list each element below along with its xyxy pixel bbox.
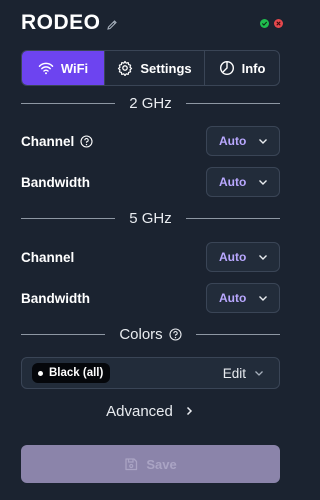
bandwidth-select-2ghz[interactable]: Auto	[206, 167, 280, 197]
divider-line	[21, 333, 106, 335]
chevron-down-icon	[259, 180, 267, 185]
color-chip: Black (all)	[32, 363, 111, 383]
select-value: Auto	[219, 134, 247, 148]
gear-icon	[118, 60, 133, 76]
section-colors-title: Colors	[119, 325, 182, 343]
bandwidth-select-5ghz[interactable]: Auto	[206, 283, 280, 313]
tab-info[interactable]: Info	[204, 51, 279, 85]
channel-label: Channel	[21, 134, 93, 149]
divider-line	[21, 217, 116, 219]
color-chip-label: Black (all)	[49, 367, 104, 379]
row-5ghz-bandwidth: Bandwidth Auto	[21, 282, 280, 314]
help-icon[interactable]	[169, 327, 182, 341]
bandwidth-label: Bandwidth	[21, 174, 90, 190]
section-5ghz-divider: 5 GHz	[21, 208, 281, 228]
channel-label: Channel	[21, 249, 75, 265]
colors-title-text: Colors	[119, 325, 163, 343]
tab-settings[interactable]: Settings	[104, 51, 204, 85]
edit-label: Edit	[222, 365, 246, 381]
edit-colors-button[interactable]: Edit	[223, 366, 265, 381]
row-2ghz-bandwidth: Bandwidth Auto	[21, 166, 280, 198]
advanced-toggle[interactable]: Advanced	[21, 400, 280, 422]
pencil-icon[interactable]	[106, 19, 118, 31]
tab-wifi-label: WiFi	[60, 60, 89, 76]
row-2ghz-channel: Channel Auto	[21, 125, 280, 157]
chevron-right-icon	[186, 406, 192, 416]
save-label: Save	[146, 456, 177, 472]
header: RODEO	[21, 10, 283, 36]
section-2ghz-title: 2 GHz	[129, 94, 172, 112]
select-value: Auto	[219, 291, 247, 305]
chevron-down-icon	[259, 296, 267, 301]
divider-line	[195, 333, 281, 335]
divider-line	[185, 102, 281, 104]
page-title: RODEO	[21, 11, 101, 34]
color-swatch	[38, 370, 43, 376]
status-ok-icon	[260, 18, 269, 28]
row-5ghz-channel: Channel Auto	[21, 241, 280, 273]
chevron-down-icon	[255, 371, 263, 376]
tab-bar: WiFi Settings Info	[21, 50, 280, 86]
advanced-label: Advanced	[106, 402, 173, 420]
save-icon	[125, 458, 138, 471]
window-status-dots	[260, 18, 283, 28]
divider-line	[185, 217, 281, 219]
wifi-icon	[38, 62, 54, 75]
section-colors-divider: Colors	[21, 324, 281, 344]
select-value: Auto	[219, 175, 247, 189]
help-icon[interactable]	[80, 134, 93, 148]
close-icon[interactable]	[274, 18, 283, 28]
tab-info-label: Info	[241, 60, 266, 76]
tab-settings-label: Settings	[140, 60, 192, 76]
chevron-down-icon	[259, 255, 267, 260]
divider-line	[21, 102, 116, 104]
channel-select-5ghz[interactable]: Auto	[206, 242, 280, 272]
save-button[interactable]: Save	[21, 445, 280, 483]
info-icon	[219, 60, 234, 76]
chevron-down-icon	[259, 139, 267, 144]
channel-select-2ghz[interactable]: Auto	[206, 126, 280, 156]
colors-select[interactable]: Black (all) Edit	[21, 357, 280, 389]
select-value: Auto	[219, 250, 247, 264]
bandwidth-label: Bandwidth	[21, 290, 90, 306]
section-2ghz-divider: 2 GHz	[21, 93, 281, 113]
section-5ghz-title: 5 GHz	[129, 209, 172, 227]
channel-label-text: Channel	[21, 133, 75, 149]
tab-wifi[interactable]: WiFi	[22, 51, 104, 85]
